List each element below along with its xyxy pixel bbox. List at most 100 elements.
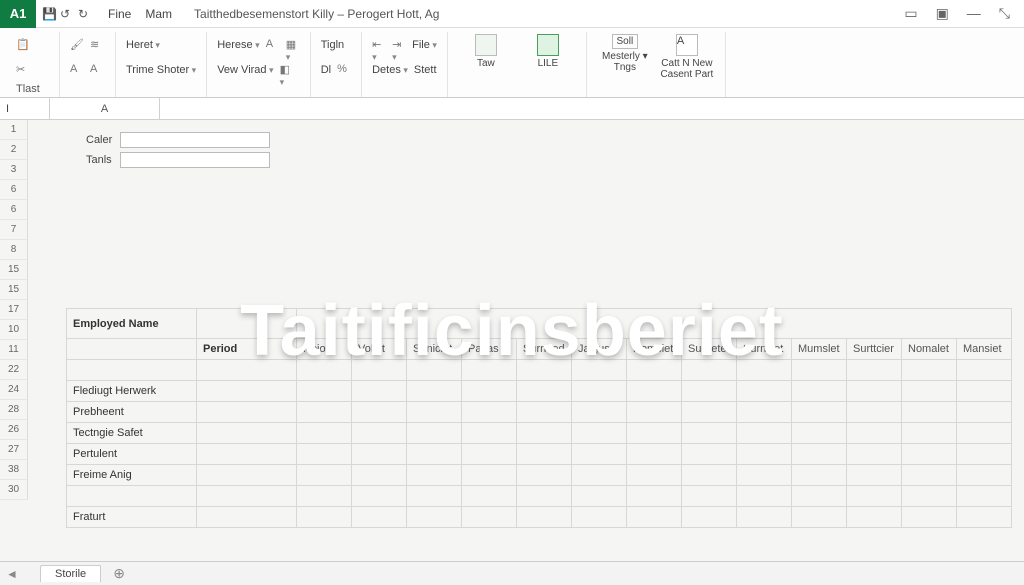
row-header[interactable]: 26: [0, 420, 27, 440]
column-a-header[interactable]: A: [50, 98, 160, 119]
clipboard-label: Tlast: [16, 83, 49, 95]
table-row: Freime Anig: [67, 465, 1012, 486]
row-header[interactable]: 22: [0, 360, 27, 380]
font-style-dropdown[interactable]: Trime Shoter: [126, 64, 196, 76]
row-header[interactable]: 28: [0, 400, 27, 420]
clear-icon[interactable]: ≋: [90, 38, 104, 52]
fill-color-icon[interactable]: ◧: [280, 63, 294, 77]
tab-scroll-left-icon[interactable]: ◄: [6, 567, 18, 581]
row-header[interactable]: 6: [0, 200, 27, 220]
format-painter-icon[interactable]: 🖌: [70, 38, 84, 52]
menu-main[interactable]: Mam: [145, 7, 172, 21]
paste-icon[interactable]: 📋: [16, 38, 30, 52]
percent-icon[interactable]: %: [337, 63, 351, 77]
new-casent-button[interactable]: A Catt N NewCasent Part: [659, 34, 715, 80]
data-table: Employed Name PeriodNojotVollotSunicietP…: [66, 308, 1012, 528]
help-icon[interactable]: ▣: [936, 5, 949, 22]
row-name-cell[interactable]: Freime Anig: [67, 465, 197, 486]
restore-icon[interactable]: ⤡: [999, 5, 1010, 22]
row-header[interactable]: 38: [0, 460, 27, 480]
header-period[interactable]: Period: [197, 339, 297, 360]
add-sheet-button[interactable]: ⊕: [107, 565, 131, 582]
row-name-cell[interactable]: Tectngie Safet: [67, 423, 197, 444]
row-header[interactable]: 8: [0, 240, 27, 260]
row-name-cell[interactable]: [67, 486, 197, 507]
font-size-down-icon[interactable]: A: [266, 38, 280, 52]
minimize-icon[interactable]: —: [967, 5, 981, 22]
row-header[interactable]: 27: [0, 440, 27, 460]
column-header[interactable]: Nomciet: [627, 339, 682, 360]
column-header[interactable]: Mumslet: [792, 339, 847, 360]
row-header[interactable]: 15: [0, 280, 27, 300]
font-icon[interactable]: A: [90, 63, 104, 77]
column-header[interactable]: Surnetef: [682, 339, 737, 360]
row-name-cell[interactable]: Flediugt Herwerk: [67, 381, 197, 402]
column-header[interactable]: Surttcier: [847, 339, 902, 360]
row-header[interactable]: 6: [0, 180, 27, 200]
ribbon-group-number: Tigln Dl %: [311, 32, 362, 97]
row-header[interactable]: 10: [0, 320, 27, 340]
undo-icon[interactable]: ↺: [60, 7, 74, 21]
column-header[interactable]: Vollot: [352, 339, 407, 360]
row-name-cell[interactable]: Pertulent: [67, 444, 197, 465]
column-header[interactable]: Mansiet: [957, 339, 1012, 360]
column-header[interactable]: Nojot: [297, 339, 352, 360]
ribbon-group-big-buttons: Taw LILE: [448, 32, 587, 97]
row-header[interactable]: 1: [0, 120, 27, 140]
row-name-cell[interactable]: Prebheent: [67, 402, 197, 423]
sheet-canvas[interactable]: Caler Tanls Employed Name PeriodNojotVol…: [28, 120, 1024, 561]
view-dropdown[interactable]: Vew Virad: [217, 64, 273, 76]
sort-icon: Soll: [612, 34, 639, 49]
name-box[interactable]: I: [0, 98, 50, 119]
sheet-tab-bar: ◄ Storile ⊕: [0, 561, 1024, 585]
dl-label[interactable]: Dl: [321, 64, 331, 76]
lile-button[interactable]: LILE: [520, 34, 576, 69]
row-header[interactable]: 11: [0, 340, 27, 360]
stett-label[interactable]: Stett: [414, 64, 437, 76]
document-title: Taitthedbesemenstort Killy – Perogert Ho…: [172, 7, 439, 21]
font-name-dropdown[interactable]: Heret: [126, 39, 160, 51]
find-icon: A: [676, 34, 698, 56]
sheet-tab-storile[interactable]: Storile: [40, 565, 101, 582]
row-header[interactable]: 15: [0, 260, 27, 280]
table-row: Pertulent: [67, 444, 1012, 465]
column-header[interactable]: Suniciet: [407, 339, 462, 360]
menu-file[interactable]: Fine: [108, 7, 131, 21]
header-employed-name[interactable]: Employed Name: [67, 309, 197, 339]
table-row: Tectngie Safet: [67, 423, 1012, 444]
column-header[interactable]: Surnciet: [737, 339, 792, 360]
formula-bar: I A: [0, 98, 1024, 120]
column-header[interactable]: Nomalet: [902, 339, 957, 360]
row-header[interactable]: 7: [0, 220, 27, 240]
taw-button[interactable]: Taw: [458, 34, 514, 69]
align-name-dropdown[interactable]: Herese: [217, 39, 260, 51]
mesterly-button[interactable]: Soll Mesterly ▾Tngs: [597, 34, 653, 73]
filter-caler-input[interactable]: [120, 132, 270, 148]
table-row: Fraturt: [67, 507, 1012, 528]
column-header[interactable]: Surneed: [517, 339, 572, 360]
column-header[interactable]: Jalguss: [572, 339, 627, 360]
redo-icon[interactable]: ↻: [78, 7, 92, 21]
indent-right-icon[interactable]: ⇥: [392, 38, 406, 52]
table-row: Prebheent: [67, 402, 1012, 423]
row-name-cell[interactable]: Fraturt: [67, 507, 197, 528]
border-icon[interactable]: ▦: [286, 38, 300, 52]
save-icon[interactable]: 💾: [42, 7, 56, 21]
brush-icon[interactable]: A: [70, 63, 84, 77]
indent-left-icon[interactable]: ⇤: [372, 38, 386, 52]
taw-icon: [475, 34, 497, 56]
row-header[interactable]: 30: [0, 480, 27, 500]
file-dropdown[interactable]: File: [412, 39, 437, 51]
detes-dropdown[interactable]: Detes: [372, 64, 408, 76]
ribbon-options-icon[interactable]: ▭: [904, 5, 917, 22]
cut-icon[interactable]: ✂: [16, 63, 30, 77]
menu-bar: Fine Mam: [98, 7, 172, 21]
row-header[interactable]: 24: [0, 380, 27, 400]
row-header[interactable]: 3: [0, 160, 27, 180]
column-header[interactable]: Payas: [462, 339, 517, 360]
filter-caler-label: Caler: [86, 134, 120, 146]
ribbon-group-align: Herese A ▦ Vew Virad ◧: [207, 32, 311, 97]
filter-tanls-input[interactable]: [120, 152, 270, 168]
row-header[interactable]: 17: [0, 300, 27, 320]
row-header[interactable]: 2: [0, 140, 27, 160]
